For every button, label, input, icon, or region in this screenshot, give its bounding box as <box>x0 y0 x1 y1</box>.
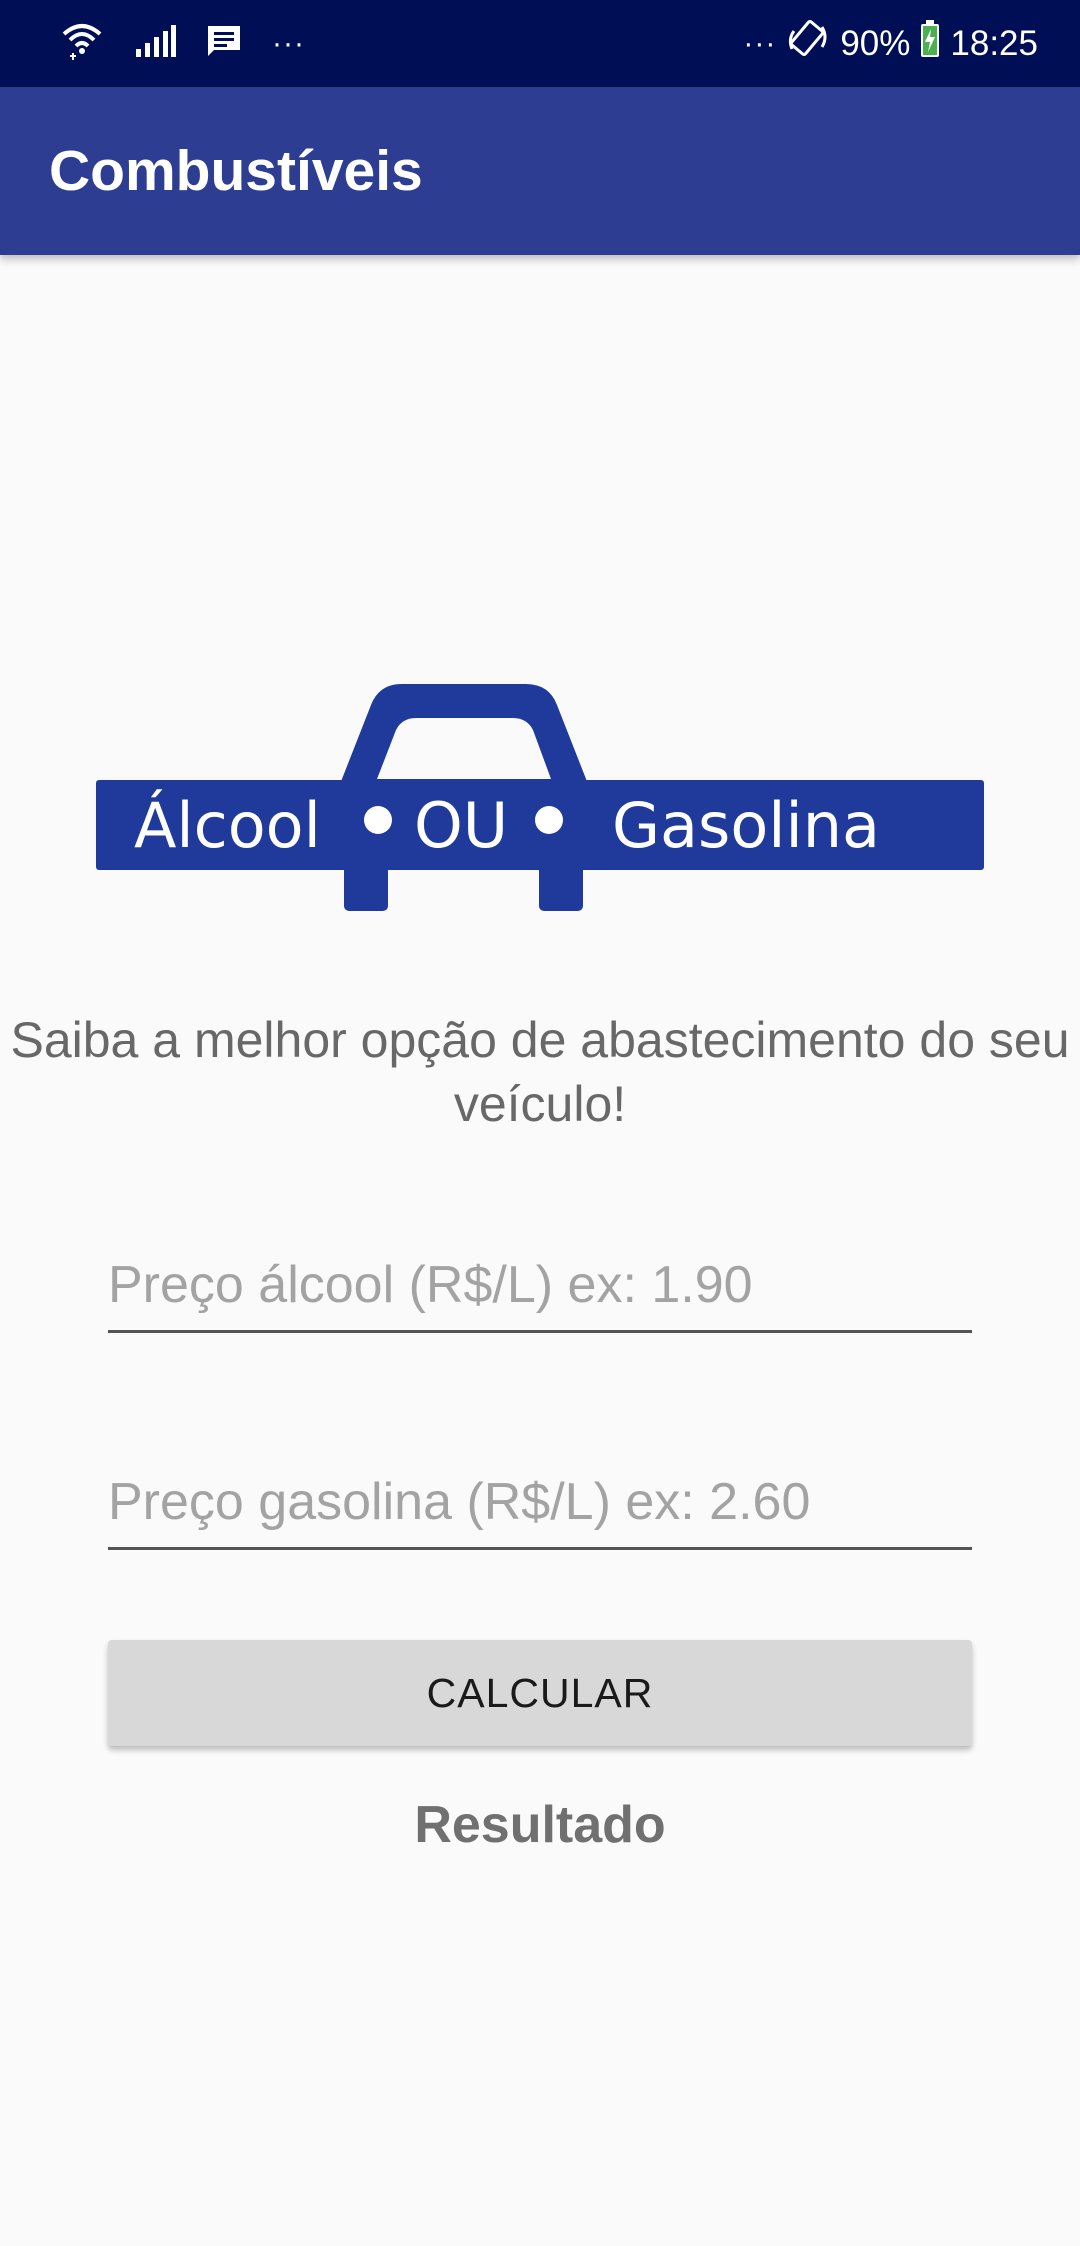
rotation-lock-icon <box>786 19 830 68</box>
alcool-ou-gasolina-logo: Álcool OU Gasolina <box>96 680 984 912</box>
subtitle: Saiba a melhor opção de abastecimento do… <box>10 1012 1070 1132</box>
notification-overflow: ··· <box>272 26 305 60</box>
status-bar-right: ··· 90% 18:25 <box>743 0 1038 87</box>
status-bar-left: ··· <box>60 0 305 87</box>
status-bar: ··· ··· 90% 18:25 <box>0 0 1080 87</box>
logo-text-ou: OU <box>414 789 508 862</box>
signal-icon <box>134 25 176 62</box>
logo-text-gasolina: Gasolina <box>612 789 880 862</box>
battery-percent: 90% <box>840 23 911 63</box>
gasolina-price-input[interactable] <box>108 1457 972 1547</box>
wifi-icon <box>60 20 104 67</box>
gasolina-price-field <box>108 1457 972 1550</box>
alcool-price-input[interactable] <box>108 1240 972 1330</box>
battery-charging-icon <box>920 20 940 67</box>
result-label: Resultado <box>414 1796 666 1854</box>
calculate-button[interactable]: CALCULAR <box>108 1640 972 1746</box>
app-bar: Combustíveis <box>0 87 1080 255</box>
clock: 18:25 <box>950 23 1038 63</box>
alcool-price-field <box>108 1240 972 1333</box>
app-title: Combustíveis <box>49 139 423 203</box>
logo-text-alcool: Álcool <box>134 788 321 862</box>
message-icon <box>206 24 242 63</box>
status-overflow: ··· <box>743 26 777 60</box>
